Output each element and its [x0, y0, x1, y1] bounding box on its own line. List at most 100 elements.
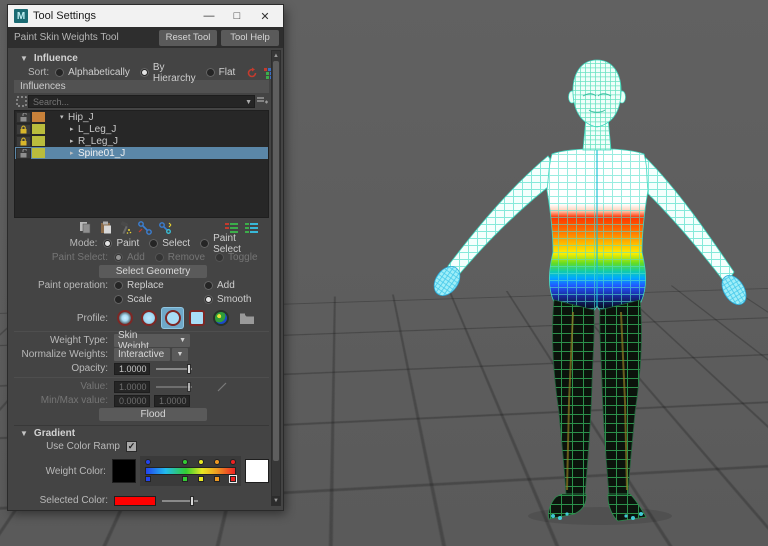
- value-slider-handle: [187, 382, 191, 392]
- gradient-section-title: Gradient: [34, 428, 75, 439]
- square-brush-icon: [189, 310, 205, 326]
- ramp-handle-green[interactable]: [182, 459, 188, 465]
- scroll-down-icon[interactable]: ▼: [272, 496, 280, 505]
- close-button[interactable]: ✕: [251, 6, 279, 26]
- expand-arrow-icon[interactable]: ▾: [60, 113, 68, 121]
- minimize-button[interactable]: —: [195, 6, 223, 26]
- radio-icon: [206, 68, 215, 77]
- ramp-interp-red-selected[interactable]: [230, 476, 236, 482]
- max-value-input: 1.0000: [154, 395, 190, 407]
- unlock-icon[interactable]: [16, 112, 31, 123]
- brush-profile-noise[interactable]: [210, 308, 231, 328]
- paint-op-smooth-radio[interactable]: Smooth: [204, 294, 251, 305]
- paint-op-scale-radio[interactable]: Scale: [114, 294, 194, 305]
- hammer-weights-icon[interactable]: [118, 221, 132, 235]
- paint-select-toggle-radio: Toggle: [215, 252, 257, 263]
- influence-color-swatch[interactable]: [32, 136, 45, 146]
- move-joints-icon[interactable]: [138, 221, 152, 235]
- ramp-handle-blue[interactable]: [145, 459, 151, 465]
- influence-row-r-leg-j[interactable]: ▸ R_Leg_J: [15, 135, 268, 147]
- opacity-input[interactable]: 1.0000: [114, 363, 150, 375]
- gradient-section-header[interactable]: ▼ Gradient: [14, 425, 269, 439]
- opacity-slider-handle[interactable]: [187, 364, 191, 374]
- weight-color-min-swatch[interactable]: [112, 459, 136, 483]
- flood-button[interactable]: Flood: [99, 408, 207, 421]
- influence-color-swatch[interactable]: [32, 124, 45, 134]
- copy-weights-icon[interactable]: [78, 221, 92, 235]
- influence-color-swatch[interactable]: [32, 148, 45, 158]
- paste-weights-icon[interactable]: [98, 221, 112, 235]
- paint-op-replace-radio[interactable]: Replace: [114, 280, 194, 291]
- tool-header: Paint Skin Weights Tool Reset Tool Tool …: [8, 27, 283, 48]
- unlock-icon[interactable]: [16, 148, 31, 159]
- color-ramp-widget[interactable]: [140, 456, 242, 486]
- rotate-joints-icon[interactable]: [158, 221, 172, 235]
- selected-color-slider[interactable]: [162, 495, 198, 507]
- ramp-gradient-bar[interactable]: [145, 467, 237, 475]
- paint-select-add-radio: Add: [114, 252, 145, 263]
- influences-tree[interactable]: ▾ Hip_J ▸ L_Leg_J ▸ R_Leg_J: [14, 110, 269, 218]
- paint-op-add-radio[interactable]: Add: [204, 280, 235, 291]
- scroll-up-icon[interactable]: ▲: [272, 51, 280, 60]
- ramp-interp-orange[interactable]: [214, 476, 220, 482]
- window-titlebar[interactable]: M Tool Settings — □ ✕: [8, 5, 283, 27]
- flag-icon[interactable]: [281, 66, 283, 80]
- tool-help-button[interactable]: Tool Help: [221, 30, 279, 46]
- paint-operation-label: Paint operation:: [14, 280, 114, 291]
- weight-type-dropdown[interactable]: Skin Weight ▼: [114, 334, 190, 347]
- expand-arrow-icon[interactable]: ▸: [70, 125, 78, 133]
- panel-scrollbar[interactable]: ▲ ▼: [271, 50, 281, 506]
- weight-color-max-swatch[interactable]: [245, 459, 269, 483]
- sort-by-hierarchy-radio[interactable]: By Hierarchy: [140, 62, 196, 84]
- ramp-handle-orange[interactable]: [214, 459, 220, 465]
- influence-row-spine01-j[interactable]: ▸ Spine01_J: [15, 147, 268, 159]
- opacity-label: Opacity:: [14, 363, 114, 374]
- opacity-slider[interactable]: [156, 363, 192, 375]
- brush-profile-medium[interactable]: [138, 308, 159, 328]
- influence-section-title: Influence: [34, 53, 78, 64]
- paint-select-label: Paint Select:: [14, 252, 114, 263]
- minmax-value-label: Min/Max value:: [14, 395, 114, 406]
- search-input[interactable]: [28, 95, 255, 108]
- profile-label: Profile:: [14, 313, 114, 324]
- ramp-handle-red[interactable]: [230, 459, 236, 465]
- influence-row-hip-j[interactable]: ▾ Hip_J: [15, 111, 268, 123]
- mode-select-radio[interactable]: Select: [149, 238, 190, 249]
- normalize-dropdown-caret-icon[interactable]: ▼: [172, 348, 188, 361]
- maximize-button[interactable]: □: [223, 6, 251, 26]
- radio-icon: [204, 281, 213, 290]
- influence-row-l-leg-j[interactable]: ▸ L_Leg_J: [15, 123, 268, 135]
- influence-color-swatch[interactable]: [32, 112, 45, 122]
- lock-icon[interactable]: [16, 136, 31, 147]
- window-title: Tool Settings: [33, 10, 195, 22]
- marquee-select-icon[interactable]: [14, 95, 28, 109]
- ramp-interp-blue[interactable]: [145, 476, 151, 482]
- selected-color-label: Selected Color:: [14, 495, 114, 506]
- brush-profile-solid[interactable]: [162, 308, 183, 328]
- expand-arrow-icon[interactable]: ▸: [70, 149, 78, 157]
- select-geometry-button[interactable]: Select Geometry: [99, 265, 207, 278]
- selected-color-swatch[interactable]: [114, 496, 156, 506]
- collapse-triangle-icon: ▼: [20, 429, 28, 438]
- lock-icon[interactable]: [16, 124, 31, 135]
- paint-select-remove-radio: Remove: [155, 252, 205, 263]
- sort-alphabetically-radio[interactable]: Alphabetically: [55, 67, 130, 78]
- brush-profile-square[interactable]: [186, 308, 207, 328]
- sort-flat-radio[interactable]: Flat: [206, 67, 236, 78]
- normalize-weights-dropdown[interactable]: Interactive: [114, 348, 170, 361]
- search-dropdown-caret-icon[interactable]: ▼: [245, 99, 252, 106]
- mode-paint-radio[interactable]: Paint: [103, 238, 139, 249]
- ramp-interp-yellow[interactable]: [198, 476, 204, 482]
- reset-tool-button[interactable]: Reset Tool: [159, 30, 217, 46]
- brush-profile-soft[interactable]: [114, 308, 135, 328]
- ramp-interp-green[interactable]: [182, 476, 188, 482]
- scrollbar-thumb[interactable]: [273, 61, 279, 461]
- min-value-input: 0.0000: [114, 395, 150, 407]
- ramp-handle-yellow[interactable]: [198, 459, 204, 465]
- add-influence-icon[interactable]: [255, 95, 269, 109]
- expand-arrow-icon[interactable]: ▸: [70, 137, 78, 145]
- use-color-ramp-checkbox[interactable]: ✓: [126, 441, 137, 452]
- refresh-icon[interactable]: [245, 66, 259, 80]
- selected-color-slider-handle[interactable]: [190, 496, 194, 506]
- browse-map-icon[interactable]: [240, 311, 254, 325]
